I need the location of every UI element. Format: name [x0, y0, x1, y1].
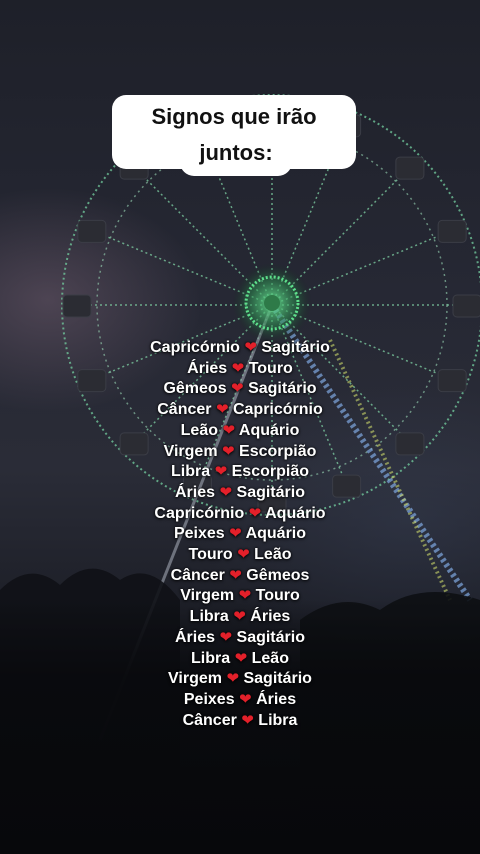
- sign-pair: Virgem ❤ Sagitário: [0, 669, 480, 690]
- sign-pair: Virgem ❤ Touro: [0, 586, 480, 607]
- sign-a: Câncer: [182, 711, 237, 729]
- sign-b: Áries: [256, 690, 297, 708]
- sign-b: Aquário: [238, 421, 300, 439]
- sign-b: Sagitário: [236, 628, 305, 646]
- sign-b: Sagitário: [236, 483, 305, 501]
- sign-pair: Peixes ❤ Áries: [0, 690, 480, 711]
- sign-b: Gêmeos: [246, 566, 310, 584]
- sign-a: Câncer: [170, 566, 225, 584]
- sign-pair: Libra ❤ Escorpião: [0, 462, 480, 483]
- sign-a: Áries: [175, 483, 216, 501]
- heart-icon: ❤: [239, 690, 252, 708]
- sign-a: Gêmeos: [163, 380, 227, 398]
- sign-a: Virgem: [180, 587, 235, 605]
- sign-b: Aquário: [265, 504, 326, 522]
- sign-a: Câncer: [157, 401, 212, 419]
- sign-pair: Capricórnio ❤ Aquário: [0, 504, 480, 525]
- sign-a: Libra: [171, 463, 211, 481]
- sign-pair: Touro ❤ Leão: [0, 545, 480, 566]
- sign-pair: Capricórnio ❤ Sagitário: [0, 338, 480, 359]
- sign-a: Leão: [180, 421, 218, 439]
- sign-a: Áries: [175, 628, 216, 646]
- heart-icon: ❤: [231, 380, 244, 398]
- sign-pair: Peixes ❤ Aquário: [0, 524, 480, 545]
- sign-pair: Câncer ❤ Libra: [0, 711, 480, 732]
- title-bubble-tail: juntos:: [180, 131, 292, 176]
- sign-b: Touro: [248, 359, 293, 377]
- sign-a: Virgem: [168, 670, 222, 688]
- sign-a: Peixes: [173, 525, 225, 543]
- sign-pair: Leão ❤ Aquário: [0, 421, 480, 442]
- heart-icon: ❤: [237, 546, 250, 564]
- sign-b: Sagitário: [261, 339, 330, 356]
- sign-pair: Câncer ❤ Capricórnio: [0, 400, 480, 421]
- heart-icon: ❤: [222, 421, 236, 439]
- sign-pair: Áries ❤ Touro: [0, 359, 480, 380]
- sign-pair: Libra ❤ Áries: [0, 607, 480, 628]
- sign-a: Libra: [191, 649, 231, 667]
- heart-icon: ❤: [231, 359, 245, 377]
- sign-b: Sagitário: [243, 670, 312, 688]
- sign-b: Touro: [255, 587, 300, 605]
- sign-b: Capricórnio: [232, 401, 323, 419]
- sign-pair: Áries ❤ Sagitário: [0, 483, 480, 504]
- title-line-2: juntos:: [199, 140, 273, 165]
- heart-icon: ❤: [241, 711, 254, 729]
- heart-icon: ❤: [226, 670, 240, 688]
- sign-a: Capricórnio: [154, 504, 245, 522]
- sign-a: Libra: [189, 608, 229, 626]
- sign-pair: Áries ❤ Sagitário: [0, 628, 480, 649]
- heart-icon: ❤: [229, 525, 242, 543]
- sign-b: Áries: [250, 608, 291, 626]
- heart-icon: ❤: [234, 649, 248, 667]
- sign-pair: Gêmeos ❤ Sagitário: [0, 379, 480, 400]
- heart-icon: ❤: [248, 504, 262, 522]
- heart-icon: ❤: [219, 628, 233, 646]
- sign-a: Capricórnio: [150, 339, 240, 356]
- sign-b: Aquário: [245, 525, 307, 543]
- heart-icon: ❤: [219, 483, 233, 501]
- sign-pair: Câncer ❤ Gêmeos: [0, 566, 480, 587]
- heart-icon: ❤: [238, 587, 252, 605]
- sign-pair: Libra ❤ Leão: [0, 649, 480, 670]
- heart-icon: ❤: [233, 608, 246, 626]
- sign-b: Escorpião: [239, 442, 317, 460]
- sign-pair: Virgem ❤ Escorpião: [0, 442, 480, 463]
- sign-b: Escorpião: [231, 463, 309, 481]
- heart-icon: ❤: [244, 339, 257, 356]
- sign-b: Sagitário: [248, 380, 317, 398]
- sign-b: Libra: [258, 711, 298, 729]
- sign-pairs-list: Capricórnio ❤ Sagitário Áries ❤ Touro Gême…: [0, 338, 480, 731]
- heart-icon: ❤: [215, 401, 229, 419]
- sign-a: Áries: [187, 359, 228, 377]
- heart-icon: ❤: [222, 442, 235, 460]
- sign-a: Virgem: [163, 442, 218, 460]
- heart-icon: ❤: [229, 566, 242, 584]
- sign-a: Peixes: [183, 690, 235, 708]
- sign-a: Touro: [188, 546, 233, 564]
- sign-b: Leão: [254, 546, 292, 564]
- sign-b: Leão: [251, 649, 289, 667]
- heart-icon: ❤: [214, 463, 228, 481]
